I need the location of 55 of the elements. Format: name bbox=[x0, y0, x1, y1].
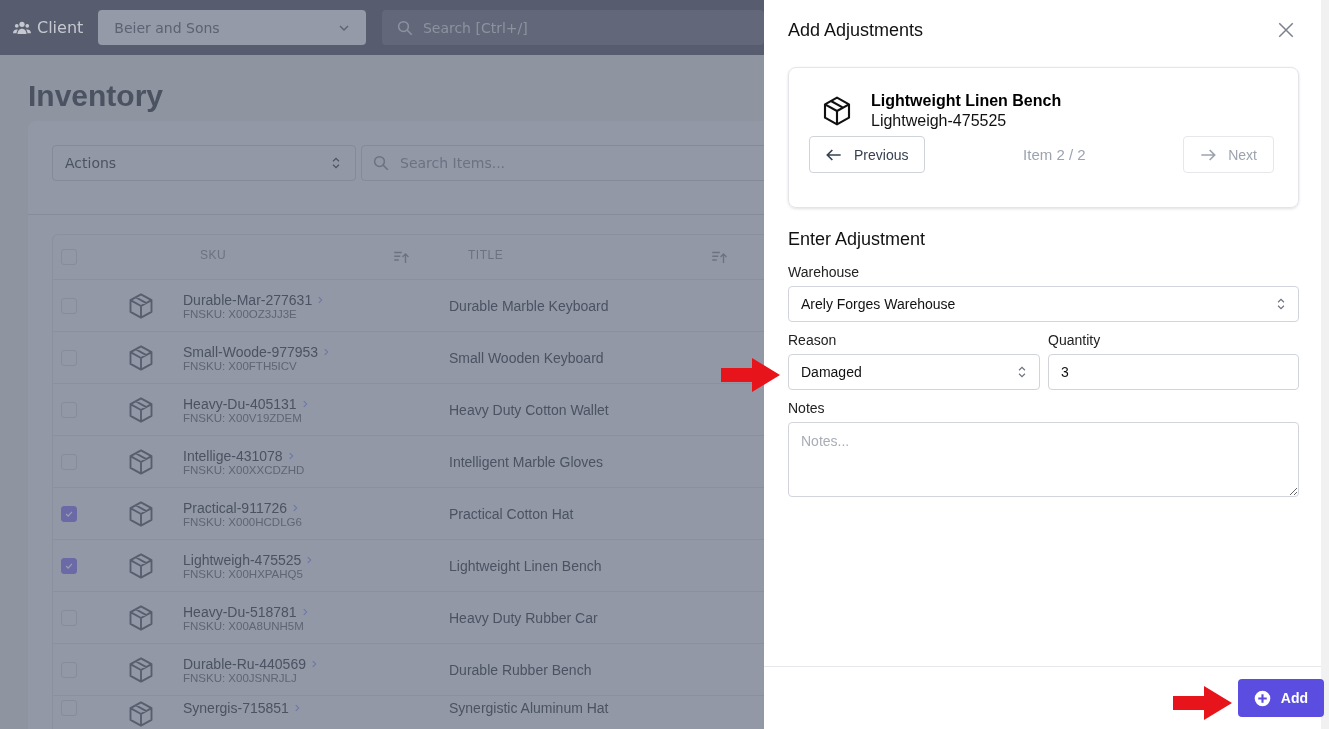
box-icon bbox=[127, 343, 155, 372]
field-label: Warehouse bbox=[788, 264, 861, 280]
table-cell: Heavy Duty Cotton Wallet bbox=[449, 401, 609, 418]
table-cell: Lightweight Linen Bench bbox=[449, 557, 602, 574]
sku-link[interactable]: Practical-911726 bbox=[183, 499, 449, 516]
client-select[interactable]: Beier and Sons bbox=[98, 10, 366, 45]
box-icon bbox=[127, 447, 155, 476]
checkbox[interactable] bbox=[61, 505, 77, 522]
box-icon bbox=[127, 603, 155, 632]
sku-link[interactable]: Intellige-431078 bbox=[183, 447, 449, 464]
box-icon bbox=[127, 700, 155, 728]
box-icon bbox=[127, 551, 155, 580]
sku-link[interactable]: Durable-Ru-440569 bbox=[183, 655, 449, 672]
box-icon bbox=[127, 655, 155, 684]
table-cell: Durable Marble Keyboard bbox=[449, 297, 609, 314]
add-button[interactable]: Add bbox=[1237, 679, 1324, 717]
drawer-title: Add Adjustments bbox=[788, 19, 924, 41]
page-title: Inventory bbox=[28, 79, 165, 114]
search-icon bbox=[372, 154, 390, 172]
table-cell: Small Wooden Keyboard bbox=[449, 349, 604, 366]
close-icon[interactable] bbox=[1277, 21, 1295, 39]
table-cell: Synergistic Aluminum Hat bbox=[449, 700, 609, 716]
table-cell: Intelligent Marble Gloves bbox=[449, 453, 604, 470]
client-label: Client bbox=[37, 18, 84, 37]
table-cell: Heavy Duty Rubber Car bbox=[449, 609, 598, 626]
checkbox[interactable] bbox=[61, 557, 77, 574]
arrow-annotation-icon bbox=[1173, 686, 1232, 720]
item-counter: Item 2 / 2 bbox=[1023, 146, 1086, 163]
warehouse-select[interactable]: Arely Forges Warehouse bbox=[788, 286, 1299, 322]
sku-link[interactable]: Heavy-Du-405131 bbox=[183, 395, 449, 412]
sku-link[interactable]: Small-Woode-977953 bbox=[183, 343, 449, 360]
box-icon bbox=[127, 291, 155, 320]
field-label: Quantity bbox=[1048, 332, 1102, 348]
sku-link[interactable]: Lightweigh-475525 bbox=[183, 551, 449, 568]
arrow-annotation-icon bbox=[721, 358, 780, 392]
section-title: Enter Adjustment bbox=[788, 229, 927, 250]
reason-select[interactable]: Damaged bbox=[788, 354, 1040, 390]
sku-link[interactable]: Heavy-Du-518781 bbox=[183, 603, 449, 620]
search-icon bbox=[395, 18, 414, 37]
notes-field[interactable]: Notes... bbox=[788, 422, 1299, 497]
field-label: Notes bbox=[788, 400, 826, 416]
previous-button[interactable]: Previous bbox=[809, 136, 926, 173]
field-label: Reason bbox=[788, 332, 838, 348]
plus-circle-icon bbox=[1253, 689, 1271, 707]
box-icon bbox=[821, 95, 853, 127]
sku-link[interactable]: Durable-Mar-277631 bbox=[183, 291, 449, 308]
box-icon bbox=[127, 395, 155, 424]
item-sku: Lightweigh-475525 bbox=[871, 112, 1008, 130]
actions-select[interactable]: Actions bbox=[52, 145, 356, 181]
sku-link[interactable]: Synergis-715851 bbox=[183, 700, 449, 716]
table-cell: Durable Rubber Bench bbox=[449, 661, 592, 678]
item-name: Lightweight Linen Bench bbox=[871, 92, 1062, 110]
table-cell: Practical Cotton Hat bbox=[449, 505, 574, 522]
box-icon bbox=[127, 499, 155, 528]
quantity-field[interactable]: 3 bbox=[1048, 354, 1299, 390]
